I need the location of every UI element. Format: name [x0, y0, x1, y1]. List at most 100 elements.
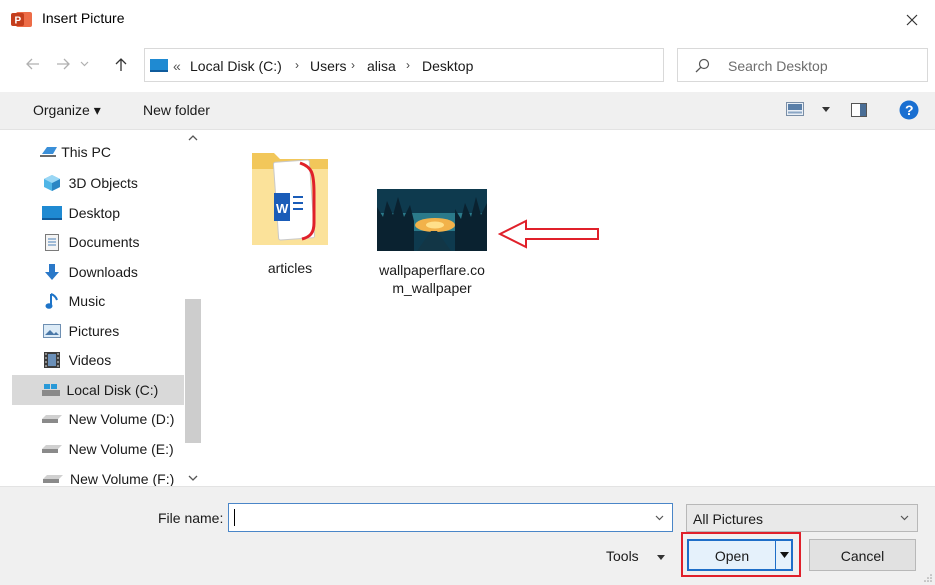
- breadcrumb-local-disk[interactable]: Local Disk (C:): [190, 58, 282, 74]
- forward-button[interactable]: [52, 52, 74, 76]
- nav-item-label: Music: [68, 293, 106, 309]
- chevron-down-icon: [900, 515, 909, 521]
- music-icon: [42, 292, 63, 310]
- window-title: Insert Picture: [42, 10, 125, 26]
- red-arrow-annotation-icon: [498, 219, 599, 249]
- nav-item-desktop[interactable]: Desktop: [12, 198, 200, 228]
- nav-item-label: New Volume (D:): [68, 411, 175, 427]
- breadcrumb-overflow[interactable]: «: [173, 58, 181, 74]
- open-options-dropdown-icon[interactable]: [780, 552, 789, 558]
- documents-icon: [42, 233, 63, 251]
- address-bar[interactable]: « Local Disk (C:) › Users › alisa › Desk…: [144, 48, 794, 82]
- navigation-pane-scrollbar[interactable]: [184, 131, 202, 486]
- drive-icon: [42, 381, 61, 399]
- new-folder-button[interactable]: New folder: [143, 102, 210, 118]
- breadcrumb-desktop[interactable]: Desktop: [422, 58, 473, 74]
- svg-text:?: ?: [905, 102, 914, 118]
- dialog-footer: File name: All Pictures Tools Open Cance…: [0, 486, 935, 585]
- resize-grip-icon[interactable]: [923, 573, 933, 583]
- nav-item-label: New Volume (E:): [68, 441, 174, 457]
- nav-item-new-volume-d[interactable]: New Volume (D:): [12, 404, 200, 434]
- breadcrumb-separator-icon[interactable]: ›: [406, 58, 410, 72]
- chevron-down-icon[interactable]: [655, 515, 664, 521]
- breadcrumb-alisa[interactable]: alisa: [367, 58, 396, 74]
- nav-item-label: Downloads: [68, 264, 138, 280]
- breadcrumb-separator-icon[interactable]: ›: [351, 58, 355, 72]
- search-placeholder: Search Desktop: [728, 58, 828, 74]
- drive-icon: [42, 410, 63, 428]
- nav-item-3d-objects[interactable]: 3D Objects: [12, 168, 200, 198]
- nav-item-label: Local Disk (C:): [66, 382, 159, 398]
- forward-arrow-icon: [57, 58, 70, 70]
- nav-item-this-pc[interactable]: This PC: [8, 137, 196, 167]
- search-icon: [695, 58, 710, 73]
- breadcrumb-users[interactable]: Users: [310, 58, 347, 74]
- organize-menu-button[interactable]: Organize ▾: [33, 102, 101, 119]
- nav-item-music[interactable]: Music: [12, 286, 200, 316]
- file-name: wallpaperflare.co m_wallpaper: [379, 262, 485, 296]
- pc-icon: [38, 143, 59, 161]
- file-type-filter-value: All Pictures: [693, 511, 764, 527]
- scroll-down-icon[interactable]: [188, 475, 198, 481]
- svg-text:W: W: [276, 201, 289, 216]
- nav-item-label: Documents: [68, 234, 140, 250]
- nav-item-label: 3D Objects: [68, 175, 138, 191]
- nav-item-pictures[interactable]: Pictures: [12, 316, 200, 346]
- nav-item-label: Videos: [68, 352, 112, 368]
- navigation-pane: This PC 3D Objects Desktop Documents Dow…: [0, 131, 202, 487]
- downloads-icon: [42, 263, 63, 281]
- nav-item-videos[interactable]: Videos: [12, 345, 200, 375]
- tools-menu-button[interactable]: Tools: [606, 548, 665, 564]
- nav-item-label: Desktop: [68, 205, 120, 221]
- change-view-button[interactable]: [786, 102, 830, 116]
- nav-item-new-volume-e[interactable]: New Volume (E:): [12, 434, 200, 464]
- nav-item-label: Pictures: [68, 323, 120, 339]
- preview-pane-button[interactable]: [851, 103, 867, 120]
- drive-icon: [42, 440, 63, 458]
- help-icon: ?: [899, 100, 919, 120]
- file-list: W articles wallpaperflare.co m_wallpaper: [202, 131, 935, 486]
- file-name-label: File name:: [158, 510, 224, 526]
- open-button[interactable]: Open: [687, 539, 793, 571]
- nav-item-documents[interactable]: Documents: [12, 227, 200, 257]
- 3d-objects-icon: [42, 174, 63, 192]
- view-icon: [786, 102, 804, 116]
- up-button[interactable]: [110, 52, 132, 76]
- svg-text:P: P: [15, 16, 22, 27]
- help-button[interactable]: ?: [899, 100, 919, 123]
- title-bar: P Insert Picture: [0, 0, 935, 40]
- recent-locations-button[interactable]: [76, 52, 92, 76]
- preview-pane-icon: [851, 103, 867, 117]
- chevron-down-icon: [80, 61, 88, 67]
- file-item-articles[interactable]: W articles: [240, 147, 340, 276]
- powerpoint-icon: P: [11, 12, 32, 27]
- file-name-input[interactable]: [228, 503, 673, 532]
- scroll-up-icon[interactable]: [188, 135, 198, 141]
- nav-item-local-disk-c[interactable]: Local Disk (C:): [12, 375, 184, 405]
- nav-item-downloads[interactable]: Downloads: [12, 257, 200, 287]
- scrollbar-thumb[interactable]: [185, 299, 201, 443]
- back-button[interactable]: [22, 52, 44, 76]
- cancel-button[interactable]: Cancel: [809, 539, 916, 571]
- desktop-icon: [42, 204, 63, 222]
- open-split-divider: [775, 541, 776, 569]
- nav-item-label: New Volume (F:): [70, 471, 175, 487]
- chevron-down-icon: [822, 106, 830, 112]
- open-button-label: Open: [714, 548, 750, 564]
- search-box[interactable]: Search Desktop: [677, 48, 928, 82]
- back-arrow-icon: [26, 58, 39, 70]
- breadcrumb-separator-icon[interactable]: ›: [295, 58, 299, 72]
- close-button[interactable]: [889, 0, 935, 40]
- caret-down-icon: [656, 554, 665, 560]
- nav-item-label: This PC: [61, 144, 111, 160]
- command-toolbar: Organize ▾ New folder ?: [0, 92, 935, 130]
- text-caret: [234, 509, 235, 526]
- pictures-icon: [42, 322, 63, 340]
- insert-picture-dialog: P Insert Picture « Local Disk (C:) › Use…: [0, 0, 935, 585]
- image-thumbnail: [377, 189, 487, 251]
- drive-icon: [150, 59, 168, 72]
- file-type-filter-select[interactable]: All Pictures: [686, 504, 918, 532]
- file-item-wallpaper[interactable]: wallpaperflare.co m_wallpaper: [362, 189, 502, 297]
- close-icon: [906, 14, 918, 26]
- up-arrow-icon: [115, 57, 127, 71]
